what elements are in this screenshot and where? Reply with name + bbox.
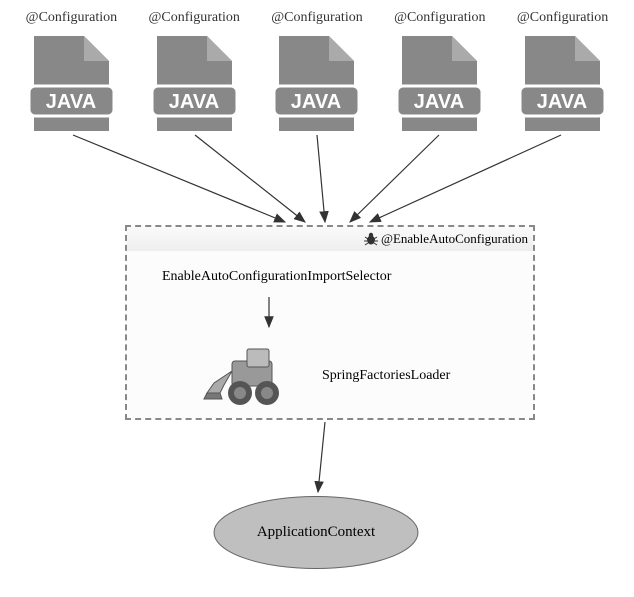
- config-label: @Configuration: [271, 10, 362, 26]
- spring-factories-loader-label: SpringFactoriesLoader: [322, 368, 450, 384]
- java-file-icon: JAVA: [515, 31, 610, 136]
- java-file-icon: JAVA: [269, 31, 364, 136]
- box-body: EnableAutoConfigurationImportSelector: [127, 251, 533, 429]
- loader-row: SpringFactoriesLoader: [202, 341, 450, 411]
- config-item-1: @Configuration JAVA: [16, 10, 126, 136]
- svg-text:JAVA: JAVA: [46, 91, 96, 113]
- inner-arrow: [262, 295, 276, 333]
- application-context: ApplicationContext: [212, 495, 420, 570]
- enable-auto-config-box: @EnableAutoConfiguration EnableAutoConfi…: [125, 225, 535, 420]
- config-item-5: @Configuration JAVA: [508, 10, 618, 136]
- svg-text:JAVA: JAVA: [537, 91, 587, 113]
- java-file-icon: JAVA: [24, 31, 119, 136]
- enable-annotation-label: @EnableAutoConfiguration: [381, 231, 528, 247]
- loader-icon: [202, 341, 297, 411]
- svg-text:JAVA: JAVA: [168, 91, 218, 113]
- config-label: @Configuration: [26, 10, 117, 26]
- config-item-2: @Configuration JAVA: [139, 10, 249, 136]
- config-label: @Configuration: [517, 10, 608, 26]
- application-context-label: ApplicationContext: [257, 524, 375, 541]
- config-label: @Configuration: [394, 10, 485, 26]
- svg-text:JAVA: JAVA: [291, 91, 341, 113]
- config-label: @Configuration: [148, 10, 239, 26]
- config-item-4: @Configuration JAVA: [385, 10, 495, 136]
- bug-icon: [363, 232, 379, 246]
- java-file-icon: JAVA: [147, 31, 242, 136]
- config-row: @Configuration JAVA @Configuration JAVA …: [0, 10, 634, 136]
- config-item-3: @Configuration JAVA: [262, 10, 372, 136]
- svg-text:JAVA: JAVA: [414, 91, 464, 113]
- box-header: @EnableAutoConfiguration: [127, 227, 533, 251]
- java-file-icon: JAVA: [392, 31, 487, 136]
- import-selector-label: EnableAutoConfigurationImportSelector: [162, 269, 391, 285]
